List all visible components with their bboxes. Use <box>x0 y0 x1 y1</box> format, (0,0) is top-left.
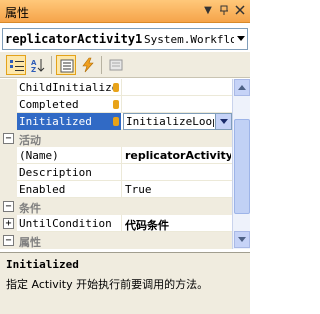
property-row-name[interactable]: (Name) replicatorActivity1 <box>0 147 232 164</box>
property-pages-button[interactable] <box>106 55 126 75</box>
scrollbar-thumb[interactable] <box>234 119 250 214</box>
selected-object-type: System.Workflow <box>144 33 234 46</box>
column-divider <box>121 181 122 198</box>
column-divider <box>121 147 122 164</box>
collapse-icon[interactable]: − <box>3 133 14 144</box>
event-lightning-icon <box>113 100 119 109</box>
toolbar-separator <box>51 56 52 74</box>
window-position-dropdown-icon[interactable]: ▼ <box>201 4 215 18</box>
property-row-untilcondition[interactable]: + UntilCondition 代码条件 <box>0 215 232 232</box>
categorized-icon <box>10 60 24 71</box>
property-toolbar: A Z <box>0 52 250 78</box>
column-divider <box>121 164 122 181</box>
vertical-scrollbar[interactable] <box>232 79 250 249</box>
toolbar-separator <box>101 56 102 74</box>
property-value[interactable]: True <box>125 183 231 196</box>
category-activity[interactable]: − 活动 <box>0 130 232 147</box>
event-lightning-icon <box>113 117 119 126</box>
description-text: 指定 Activity 开始执行前要调用的方法。 <box>6 278 209 291</box>
sort-alphabetical-icon: A Z <box>31 59 45 73</box>
scroll-down-arrow-icon[interactable] <box>234 231 250 248</box>
row-gutter <box>0 96 17 113</box>
close-icon[interactable] <box>233 4 247 18</box>
pin-icon[interactable] <box>217 4 231 18</box>
expand-icon[interactable]: + <box>3 218 14 229</box>
description-title: Initialized <box>6 258 79 271</box>
property-name: Enabled <box>19 183 66 196</box>
property-row-completed[interactable]: Completed <box>0 96 232 113</box>
row-gutter <box>0 181 17 198</box>
property-name: ChildInitialized <box>19 81 119 94</box>
property-name: (Name) <box>19 149 59 162</box>
category-conditions[interactable]: − 条件 <box>0 198 232 215</box>
property-row-description[interactable]: Description <box>0 164 232 181</box>
row-gutter <box>0 147 17 164</box>
properties-icon <box>60 59 74 73</box>
selected-object-name: replicatorActivity1 <box>5 32 143 46</box>
category-properties[interactable]: − 属性 <box>0 232 232 249</box>
property-value[interactable]: replicatorActivity1 <box>125 149 231 162</box>
collapse-icon[interactable]: − <box>3 235 14 246</box>
category-label: 条件 <box>19 202 41 215</box>
properties-button[interactable] <box>56 55 76 75</box>
events-button[interactable] <box>78 55 98 75</box>
row-gutter <box>0 113 17 130</box>
chevron-down-icon[interactable] <box>237 36 245 41</box>
property-row-initialized[interactable]: Initialized InitializeLoop <box>0 113 232 130</box>
property-value[interactable]: InitializeLoop <box>126 115 214 128</box>
row-gutter <box>0 79 17 96</box>
row-gutter: + <box>0 215 17 232</box>
svg-text:Z: Z <box>31 66 36 73</box>
property-row-childinitialized[interactable]: ChildInitialized <box>0 79 232 96</box>
column-divider <box>121 79 122 96</box>
property-name: Initialized <box>19 115 92 128</box>
window-title: 属性 <box>5 6 30 20</box>
property-value-editor[interactable]: InitializeLoop <box>123 113 232 130</box>
category-label: 活动 <box>19 134 41 147</box>
categorized-button[interactable] <box>6 55 26 75</box>
event-lightning-icon <box>113 83 119 92</box>
window-titlebar: 属性 ▼ <box>0 0 250 23</box>
property-pages-icon <box>109 59 123 71</box>
column-divider <box>121 96 122 113</box>
property-name: UntilCondition <box>19 217 112 230</box>
property-name: Description <box>19 166 92 179</box>
object-selector-dropdown[interactable]: replicatorActivity1 System.Workflow <box>2 28 248 50</box>
collapse-icon[interactable]: − <box>3 201 14 212</box>
property-grid: ChildInitialized Completed Initialized I… <box>0 79 232 249</box>
property-row-enabled[interactable]: Enabled True <box>0 181 232 198</box>
scroll-up-arrow-icon[interactable] <box>234 79 250 96</box>
chevron-down-icon[interactable] <box>215 114 231 129</box>
column-divider <box>121 215 122 232</box>
property-name: Completed <box>19 98 79 111</box>
alphabetical-button[interactable]: A Z <box>28 55 48 75</box>
description-panel: Initialized 指定 Activity 开始执行前要调用的方法。 <box>0 252 250 314</box>
lightning-icon <box>82 57 94 73</box>
category-label: 属性 <box>19 236 41 249</box>
row-gutter <box>0 164 17 181</box>
property-value[interactable]: 代码条件 <box>125 217 231 233</box>
